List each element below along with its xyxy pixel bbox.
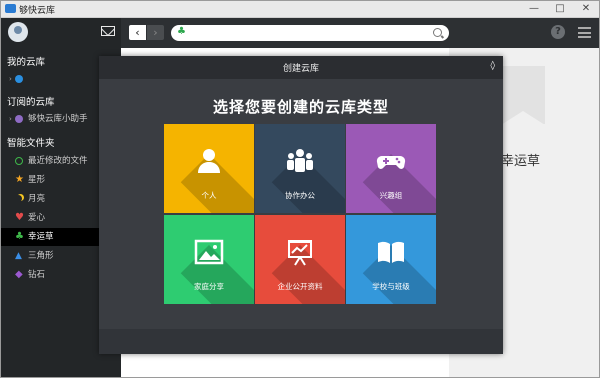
section-subscribed: 订阅的云库 <box>7 97 55 108</box>
maximize-button[interactable]: □ <box>553 2 567 15</box>
tile-interest-group[interactable]: 兴趣组 <box>346 124 436 213</box>
triangle-icon: ▲ <box>15 251 22 261</box>
menu-icon[interactable] <box>578 27 591 38</box>
heart-icon: ♥ <box>15 212 24 223</box>
gamepad-icon <box>376 155 406 169</box>
tile-family-share[interactable]: 家庭分享 <box>164 215 254 304</box>
cloud-drive-icon <box>15 75 23 83</box>
person-icon <box>198 149 220 173</box>
sidebar-item-label: 爱心 <box>28 213 46 223</box>
clover-icon: ♣ <box>177 26 186 37</box>
tile-label: 兴趣组 <box>379 191 403 200</box>
picture-icon <box>194 239 224 265</box>
section-smart-folders: 智能文件夹 <box>7 138 55 149</box>
moon-icon <box>15 195 22 202</box>
window-title: 够快云库 <box>19 6 56 16</box>
clock-icon <box>15 157 23 165</box>
presentation-icon <box>288 240 312 266</box>
address-bar[interactable]: ♣ <box>171 25 449 41</box>
sidebar-item-label: 够快云库小助手 <box>28 114 88 124</box>
app-logo-icon <box>5 4 16 13</box>
sidebar-item-label: 星形 <box>28 175 46 185</box>
dialog-close-icon[interactable]: ◊ <box>491 61 495 71</box>
clover-icon: ♣ <box>15 231 24 242</box>
minimize-button[interactable]: — <box>527 2 541 15</box>
tile-enterprise[interactable]: 企业公开资料 <box>255 215 345 304</box>
diamond-icon: ◆ <box>15 269 23 280</box>
tile-label: 协作办公 <box>285 191 315 200</box>
sidebar-item-label: 月亮 <box>28 194 46 204</box>
book-icon <box>378 241 404 263</box>
section-my-libraries: 我的云库 <box>7 57 46 68</box>
search-icon[interactable] <box>433 28 442 37</box>
app-window: 够快云库 — □ ✕ 我的云库 › 订阅的云库 › 够快云库小助手 智能文件夹 … <box>0 0 600 378</box>
sidebar-item-label: 钻石 <box>28 270 46 280</box>
sidebar-item-label: 三角形 <box>28 251 54 261</box>
dialog-header: 创建云库 ◊ <box>99 56 503 79</box>
help-icon[interactable]: ? <box>551 25 565 39</box>
tile-personal[interactable]: 个人 <box>164 124 254 213</box>
create-library-dialog: 创建云库 ◊ 选择您要创建的云库类型 个人 协作办公 兴趣组 家庭分享 企业公开… <box>99 56 503 354</box>
tile-label: 企业公开资料 <box>277 282 323 291</box>
chevron-right-icon[interactable]: › <box>9 70 12 88</box>
dialog-footer <box>99 329 503 354</box>
folder-title: 幸运草 <box>501 154 541 169</box>
avatar[interactable] <box>8 22 28 42</box>
title-bar: 够快云库 — □ ✕ <box>1 1 599 18</box>
tile-school[interactable]: 学校与班级 <box>346 215 436 304</box>
team-icon <box>287 149 313 172</box>
tile-label: 学校与班级 <box>372 282 410 291</box>
sidebar-item-label: 幸运草 <box>28 232 54 242</box>
dialog-title: 创建云库 <box>282 64 319 74</box>
tile-label: 家庭分享 <box>194 282 224 291</box>
close-button[interactable]: ✕ <box>579 2 593 15</box>
sidebar-item-label: 最近修改的文件 <box>28 156 88 166</box>
dialog-heading: 选择您要创建的云库类型 <box>212 98 389 116</box>
tile-label: 个人 <box>201 191 217 200</box>
forward-button[interactable]: › <box>147 25 164 40</box>
chevron-right-icon[interactable]: › <box>9 110 12 128</box>
toolbar: ‹ › ♣ ? <box>121 18 599 48</box>
clover-badge-icon <box>501 66 545 125</box>
mail-icon[interactable] <box>101 26 115 36</box>
star-icon: ★ <box>15 174 24 185</box>
assistant-icon <box>15 115 23 123</box>
tile-collaboration[interactable]: 协作办公 <box>255 124 345 213</box>
back-button[interactable]: ‹ <box>129 25 146 40</box>
